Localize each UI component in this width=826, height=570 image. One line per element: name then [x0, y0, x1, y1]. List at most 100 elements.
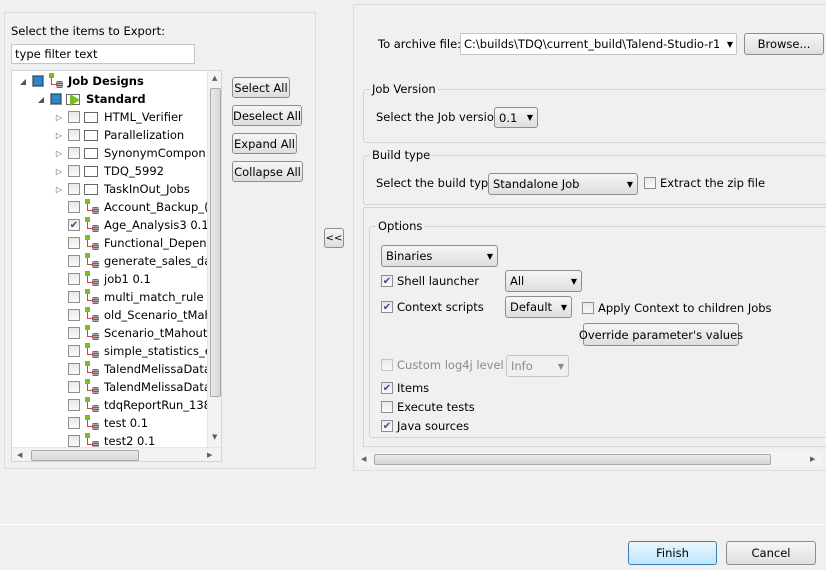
tree-checkbox[interactable] — [68, 399, 80, 411]
tree-checkbox[interactable]: ✔ — [68, 219, 80, 231]
java-sources-checkbox[interactable]: ✔ Java sources — [381, 419, 469, 433]
scroll-up-icon[interactable]: ▲ — [212, 74, 217, 82]
shell-launcher-select[interactable]: All ▼ — [505, 270, 582, 292]
expand-all-button[interactable]: Expand All — [232, 133, 297, 154]
tree-row[interactable]: ◢ Job Designs — [18, 72, 144, 90]
tree-row[interactable]: ▷ TaskInOut_Jobs — [54, 180, 190, 198]
browse-button[interactable]: Browse... — [744, 33, 824, 55]
scroll-thumb[interactable] — [31, 450, 139, 461]
context-scripts-checkbox[interactable]: ✔ Context scripts — [381, 300, 484, 314]
collapsed-arrow-icon[interactable]: ▷ — [54, 185, 64, 194]
tree-checkbox[interactable] — [68, 165, 80, 177]
override-parameters-button[interactable]: Override parameter's values — [579, 323, 743, 346]
tree-checkbox[interactable] — [68, 111, 80, 123]
scroll-right-icon[interactable]: ▶ — [810, 455, 815, 463]
scroll-left-icon[interactable]: ◀ — [361, 455, 366, 463]
finish-button[interactable]: Finish — [628, 541, 717, 565]
tree-row[interactable]: Functional_Depen — [54, 234, 207, 252]
tree-row[interactable]: multi_match_rule ( — [54, 288, 212, 306]
scroll-thumb[interactable] — [210, 88, 221, 397]
tree-vertical-scrollbar[interactable]: ▲ ▼ — [207, 71, 221, 447]
filter-input[interactable]: type filter text — [11, 44, 195, 64]
collapsed-arrow-icon[interactable]: ▷ — [54, 167, 64, 176]
tree-row[interactable]: TalendMelissaData — [54, 378, 211, 396]
scroll-left-icon[interactable]: ◀ — [17, 451, 22, 459]
extract-zip-checkbox[interactable]: Extract the zip file — [644, 176, 765, 190]
tree-row[interactable]: simple_statistics_e — [54, 342, 212, 360]
tree-row[interactable]: TalendMelissaData — [54, 360, 211, 378]
tree-row[interactable]: old_Scenario_tMah — [54, 306, 212, 324]
tree-checkbox[interactable] — [68, 327, 80, 339]
tree-checkbox[interactable] — [68, 147, 80, 159]
folder-icon — [84, 183, 98, 195]
checkbox-box[interactable] — [381, 401, 393, 413]
scroll-right-icon[interactable]: ▶ — [207, 451, 212, 459]
tree-checkbox[interactable] — [68, 363, 80, 375]
scroll-down-icon[interactable]: ▼ — [212, 433, 217, 441]
tree-row[interactable]: Scenario_tMahout — [54, 324, 207, 342]
job-version-title: Job Version — [370, 82, 438, 96]
expanded-arrow-icon[interactable]: ◢ — [18, 77, 28, 86]
checkbox-box[interactable] — [582, 302, 594, 314]
tree-checkbox[interactable] — [68, 345, 80, 357]
deselect-all-button[interactable]: Deselect All — [232, 105, 302, 126]
options-horizontal-scrollbar[interactable]: ◀ ▶ — [356, 452, 822, 467]
export-mode-select[interactable]: Binaries ▼ — [381, 245, 498, 267]
collapsed-arrow-icon[interactable]: ▷ — [54, 149, 64, 158]
tree-row[interactable]: Account_Backup_( — [54, 198, 209, 216]
checkbox-box[interactable]: ✔ — [381, 275, 393, 287]
tree-row[interactable]: ◢ Standard — [36, 90, 146, 108]
items-tree[interactable]: ◢ Job Designs ◢ Standard ▷ HTML_Verifier ▷ Para… — [11, 70, 222, 462]
build-type-select[interactable]: Standalone Job ▼ — [488, 173, 638, 195]
checkbox-box[interactable] — [644, 177, 656, 189]
tree-row[interactable]: ▷ HTML_Verifier — [54, 108, 183, 126]
collapsed-arrow-icon[interactable]: ▷ — [54, 113, 64, 122]
tree-checkbox[interactable] — [68, 417, 80, 429]
tree-checkbox[interactable] — [68, 255, 80, 267]
execute-tests-checkbox[interactable]: Execute tests — [381, 400, 475, 414]
tree-checkbox[interactable] — [68, 309, 80, 321]
tree-checkbox[interactable] — [68, 435, 80, 447]
collapse-panel-button[interactable]: << — [324, 228, 344, 248]
tree-row[interactable]: ✔ Age_Analysis3 0.1 — [54, 216, 209, 234]
tree-checkbox[interactable] — [68, 237, 80, 249]
tree-item-label: simple_statistics_e — [104, 344, 212, 358]
custom-log4j-checkbox[interactable]: Custom log4j level — [381, 358, 504, 372]
job-version-select[interactable]: 0.1 ▼ — [494, 107, 538, 128]
tree-row[interactable]: test 0.1 — [54, 414, 148, 432]
expanded-arrow-icon[interactable]: ◢ — [36, 95, 46, 104]
tree-checkbox[interactable] — [68, 201, 80, 213]
tree-row[interactable]: ▷ SynonymCompon — [54, 144, 206, 162]
shell-launcher-checkbox[interactable]: ✔ Shell launcher — [381, 274, 479, 288]
checkbox-box[interactable]: ✔ — [381, 301, 393, 313]
tree-checkbox[interactable] — [68, 183, 80, 195]
collapse-all-button[interactable]: Collapse All — [232, 161, 303, 182]
tree-checkbox[interactable] — [68, 381, 80, 393]
checkbox-box[interactable] — [381, 359, 393, 371]
scroll-thumb[interactable] — [374, 454, 771, 465]
tree-row[interactable]: tdqReportRun_138 — [54, 396, 211, 414]
log4j-level-select[interactable]: Info ▼ — [506, 355, 569, 377]
select-all-button[interactable]: Select All — [232, 77, 290, 98]
tree-checkbox[interactable] — [68, 291, 80, 303]
tree-row[interactable]: job1 0.1 — [54, 270, 151, 288]
tree-row[interactable]: ▷ Parallelization — [54, 126, 184, 144]
tree-row[interactable]: ▷ TDQ_5992 — [54, 162, 164, 180]
tree-checkbox[interactable] — [68, 129, 80, 141]
context-scripts-select[interactable]: Default ▼ — [505, 296, 572, 318]
cancel-button[interactable]: Cancel — [726, 541, 816, 565]
items-checkbox[interactable]: ✔ Items — [381, 381, 429, 395]
tree-row[interactable]: generate_sales_dat — [54, 252, 216, 270]
tree-checkbox[interactable] — [32, 75, 44, 87]
apply-context-checkbox[interactable]: Apply Context to children Jobs — [582, 301, 772, 315]
tree-checkbox[interactable] — [68, 273, 80, 285]
checkbox-box[interactable]: ✔ — [381, 420, 393, 432]
tree-item-label: Functional_Depen — [104, 236, 207, 250]
checkbox-box[interactable]: ✔ — [381, 382, 393, 394]
collapsed-arrow-icon[interactable]: ▷ — [54, 131, 64, 140]
tree-checkbox[interactable] — [50, 93, 62, 105]
folder-icon — [84, 111, 98, 123]
archive-file-combo[interactable]: C:\builds\TDQ\current_build\Talend-Studi… — [460, 33, 737, 55]
tree-horizontal-scrollbar[interactable]: ◀ ▶ — [12, 447, 221, 461]
options-title: Options — [376, 219, 425, 233]
